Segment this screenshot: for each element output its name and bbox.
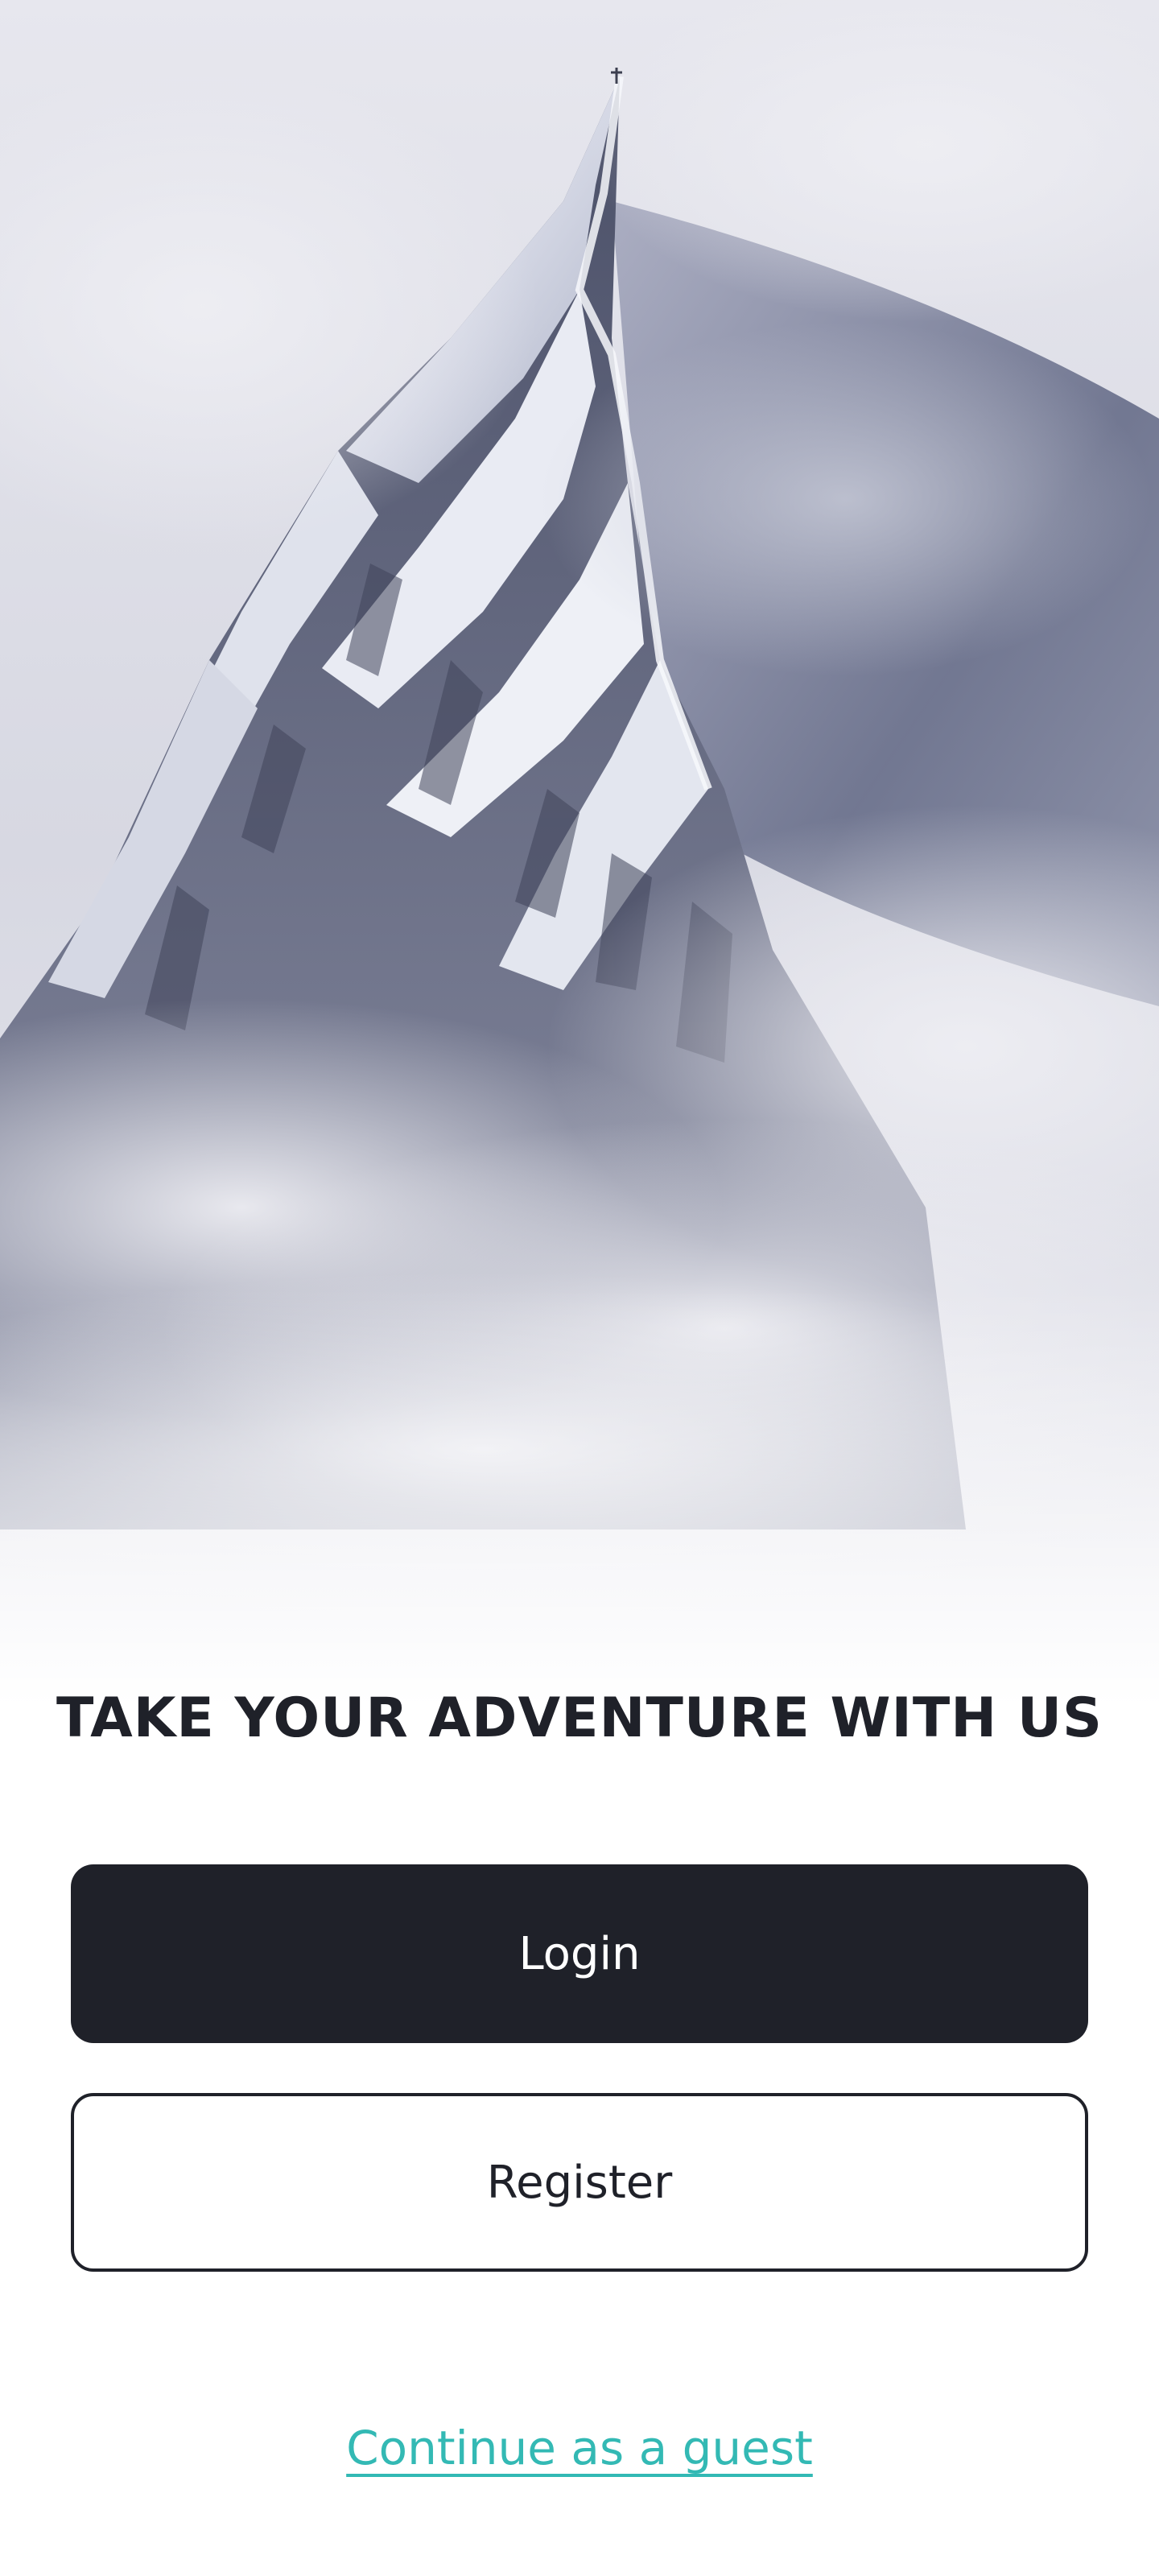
hero-mountain-image xyxy=(0,0,1159,1707)
register-button[interactable]: Register xyxy=(71,2093,1088,2272)
continue-as-guest-link[interactable]: Continue as a guest xyxy=(346,2421,813,2475)
login-button[interactable]: Login xyxy=(71,1864,1088,2043)
headline: TAKE YOUR ADVENTURE WITH US xyxy=(56,1686,1103,1750)
continue-as-guest-link-container: Continue as a guest xyxy=(0,2412,1159,2484)
